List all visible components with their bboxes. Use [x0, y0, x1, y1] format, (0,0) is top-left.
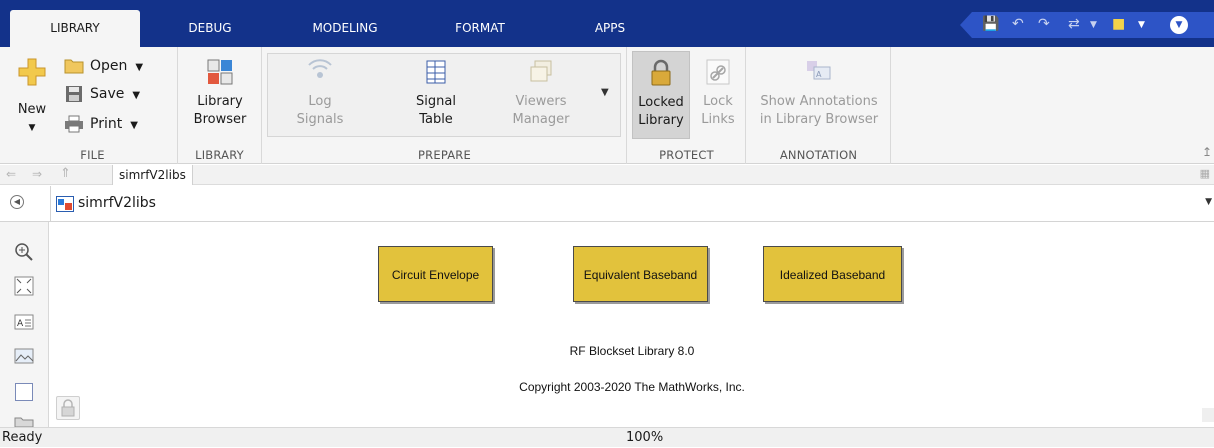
circuit-envelope-block[interactable]: Circuit Envelope: [378, 246, 493, 302]
history-bar: ⇐ ⇒ ⇑ simrfV2libs ▦: [0, 165, 1214, 185]
toolstrip-tab-bar: LIBRARY DEBUG MODELING FORMAT APPS 💾 ↶ ↷…: [0, 0, 1214, 47]
tab-library[interactable]: LIBRARY: [10, 10, 140, 47]
ribbon: New ▼ Open ▼ Save ▼ Print ▼ FILE Library Br…: [0, 47, 1214, 164]
protect-group: Locked Library Lock Links PROTECT: [628, 47, 746, 164]
svg-text:A: A: [17, 319, 24, 329]
zoom-level[interactable]: 100%: [626, 428, 663, 448]
prepare-group: Log Signals Signal Table Viewers Manager…: [263, 47, 627, 164]
undo-icon[interactable]: ↶: [1012, 16, 1024, 32]
explorer-bar-icon[interactable]: ▦: [1200, 167, 1210, 180]
padlock-icon: [61, 399, 75, 417]
prepare-group-label: PREPARE: [418, 148, 471, 162]
chevron-down-icon[interactable]: ▼: [1205, 197, 1212, 207]
chevron-down-icon: ▼: [130, 120, 138, 131]
annotation-tool-icon[interactable]: A: [14, 312, 34, 332]
model-icon: [56, 196, 74, 212]
save-icon[interactable]: 💾: [982, 16, 999, 32]
image-tool-icon[interactable]: [14, 346, 34, 366]
breadcrumb[interactable]: simrfV2libs: [112, 165, 193, 185]
tab-apps[interactable]: APPS: [580, 10, 640, 47]
file-group-label: FILE: [80, 148, 105, 162]
collapse-ribbon-icon[interactable]: ↥: [1202, 145, 1212, 159]
print-button[interactable]: Print ▼: [64, 115, 138, 137]
gallery-expand-icon[interactable]: ▼: [601, 87, 609, 98]
lock-status-button[interactable]: [56, 396, 80, 420]
chevron-down-icon: ▼: [28, 123, 36, 133]
locked-library-button[interactable]: Locked Library: [632, 51, 690, 139]
status-text: Ready: [2, 430, 43, 445]
model-canvas[interactable]: Circuit Envelope Equivalent Baseband Ide…: [50, 222, 1214, 427]
annotation-group: A Show Annotations in Library Browser AN…: [747, 47, 891, 164]
tab-debug[interactable]: DEBUG: [170, 10, 250, 47]
file-group: New ▼ Open ▼ Save ▼ Print ▼ FILE: [8, 47, 178, 164]
lock-links-button[interactable]: Lock Links: [696, 57, 740, 129]
status-bar: Ready 100%: [0, 427, 1214, 447]
redo-icon[interactable]: ↷: [1038, 16, 1050, 32]
folder-icon: [64, 59, 84, 74]
library-group: Library Browser LIBRARY: [178, 47, 262, 164]
annotation-icon: A: [807, 61, 831, 80]
folder-tool-icon[interactable]: [14, 416, 34, 427]
annotation-group-label: ANNOTATION: [779, 148, 858, 162]
show-annotations-button[interactable]: A Show Annotations in Library Browser: [753, 57, 885, 129]
chevron-down-icon: ▼: [132, 90, 141, 101]
area-tool-icon[interactable]: [14, 382, 34, 402]
new-plus-icon: [18, 58, 46, 86]
table-icon: [426, 60, 446, 84]
sticky-note-icon[interactable]: ■: [1112, 16, 1125, 32]
library-browser-button[interactable]: Library Browser: [186, 57, 254, 129]
idealized-baseband-block[interactable]: Idealized Baseband: [763, 246, 902, 302]
save-icon: [66, 86, 82, 102]
model-path-row: ◀ simrfV2libs ▼: [0, 186, 1214, 222]
copyright-text: Copyright 2003-2020 The MathWorks, Inc.: [519, 380, 745, 394]
tab-format[interactable]: FORMAT: [440, 10, 520, 47]
protect-group-label: PROTECT: [659, 148, 714, 162]
switch-icon[interactable]: ⇄: [1068, 16, 1080, 32]
chevron-down-icon[interactable]: ▼: [1090, 20, 1097, 30]
save-button[interactable]: Save ▼: [64, 85, 140, 107]
zoom-icon[interactable]: [14, 242, 34, 262]
library-title: RF Blockset Library 8.0: [569, 344, 695, 358]
fit-to-view-icon[interactable]: [14, 276, 34, 296]
open-button[interactable]: Open ▼: [64, 57, 143, 79]
quick-access-toolbar: 💾 ↶ ↷ ⇄ ▼ ■ ▼ ▼: [960, 12, 1214, 38]
up-arrow-icon[interactable]: ⇑: [60, 166, 71, 181]
forward-arrow-icon[interactable]: ⇒: [32, 167, 42, 181]
resize-grip[interactable]: [1202, 408, 1214, 422]
library-group-label: LIBRARY: [195, 148, 244, 162]
canvas-tool-strip: A: [0, 222, 49, 427]
chevron-down-icon[interactable]: ▼: [1138, 20, 1145, 30]
wireless-signal-icon: [308, 59, 332, 78]
equivalent-baseband-block[interactable]: Equivalent Baseband: [573, 246, 708, 302]
chevron-down-icon: ▼: [135, 62, 144, 73]
hide-browser-icon[interactable]: ◀: [10, 195, 24, 209]
printer-icon: [65, 115, 83, 133]
back-arrow-icon[interactable]: ⇐: [6, 167, 16, 181]
help-menu-icon[interactable]: ▼: [1170, 16, 1188, 34]
signal-table-button[interactable]: Signal Table: [401, 57, 471, 129]
library-browser-icon: [207, 59, 233, 85]
padlock-icon: [651, 59, 671, 86]
log-signals-button[interactable]: Log Signals: [285, 57, 355, 129]
tab-modeling[interactable]: MODELING: [295, 10, 395, 47]
viewers-icon: [530, 60, 552, 82]
viewers-manager-button[interactable]: Viewers Manager: [501, 57, 581, 129]
link-icon: [706, 59, 730, 85]
new-button[interactable]: New ▼: [14, 57, 50, 137]
model-path[interactable]: simrfV2libs: [78, 195, 156, 211]
svg-text:A: A: [816, 70, 822, 79]
